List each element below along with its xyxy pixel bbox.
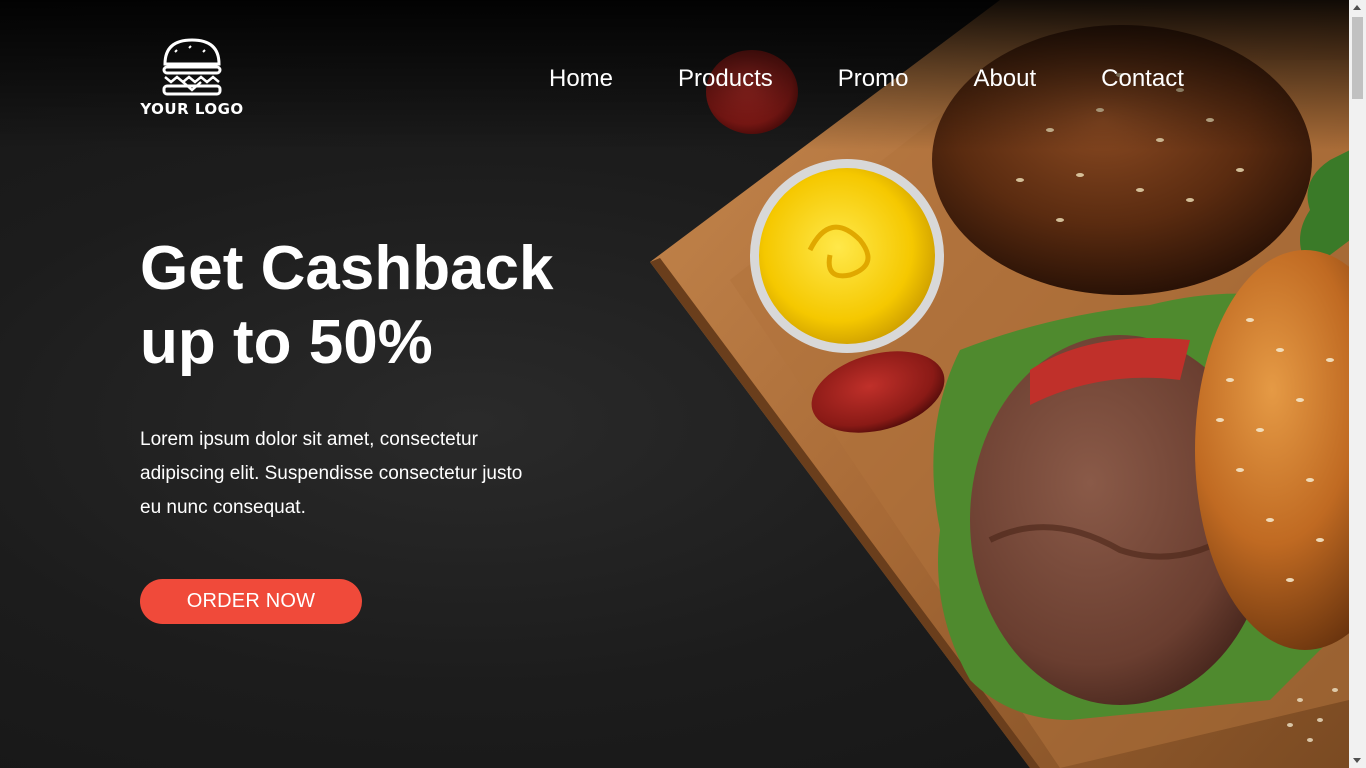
landing-page: YOUR LOGO Home Products Promo About Cont… <box>0 0 1349 768</box>
scrollbar-thumb[interactable] <box>1352 17 1363 99</box>
hero-description: Lorem ipsum dolor sit amet, consectetur … <box>140 429 523 518</box>
scroll-down-arrow-icon[interactable] <box>1353 758 1361 763</box>
order-now-button[interactable]: ORDER NOW <box>140 579 362 624</box>
scroll-up-arrow-icon[interactable] <box>1353 5 1361 10</box>
nav-item-promo[interactable]: Promo <box>838 64 909 94</box>
main-navigation: Home Products Promo About Contact <box>549 64 1184 94</box>
hero-title-line2: up to 50% <box>140 308 433 377</box>
nav-item-products[interactable]: Products <box>678 64 773 94</box>
burger-icon <box>162 38 222 96</box>
hero-title: Get Cashback up to 50% <box>140 232 660 380</box>
logo-text: YOUR LOGO <box>140 100 244 118</box>
nav-item-contact[interactable]: Contact <box>1101 64 1184 94</box>
vertical-scrollbar[interactable] <box>1349 0 1366 768</box>
nav-item-about[interactable]: About <box>973 64 1036 94</box>
nav-item-home[interactable]: Home <box>549 64 613 94</box>
site-logo[interactable]: YOUR LOGO <box>140 38 244 124</box>
hero-title-line1: Get Cashback <box>140 234 554 303</box>
